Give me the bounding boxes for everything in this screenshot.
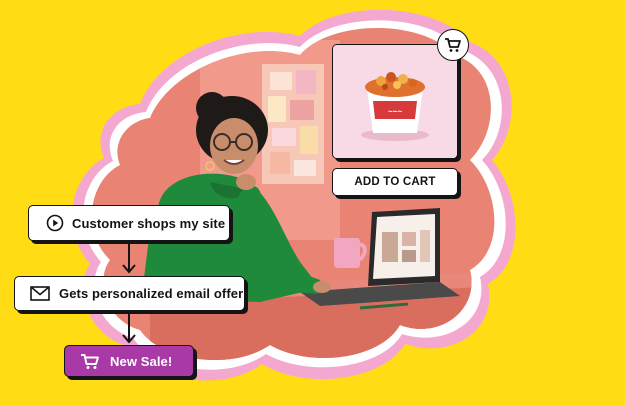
add-to-cart-button[interactable]: ADD TO CART bbox=[332, 168, 458, 196]
envelope-icon bbox=[30, 286, 50, 301]
promo-stage: ~~~ ADD TO CART Customer shops my site G… bbox=[0, 0, 625, 405]
flow-step-customer-shops: Customer shops my site bbox=[28, 205, 230, 241]
add-to-cart-label: ADD TO CART bbox=[354, 176, 436, 188]
snack-cup-photo: ~~~ bbox=[333, 45, 457, 158]
cart-badge[interactable] bbox=[437, 29, 469, 61]
shopping-cart-icon bbox=[80, 353, 100, 370]
shopping-cart-icon bbox=[445, 38, 461, 52]
svg-text:~~~: ~~~ bbox=[388, 107, 402, 116]
play-circle-icon bbox=[46, 214, 64, 232]
arrow-down-icon bbox=[122, 264, 136, 274]
arrow-down-icon bbox=[122, 334, 136, 344]
new-sale-label: New Sale! bbox=[110, 353, 173, 369]
flow-step-email-offer: Gets personalized email offer bbox=[14, 276, 245, 311]
new-sale-button[interactable]: New Sale! bbox=[64, 345, 194, 377]
product-card[interactable]: ~~~ bbox=[332, 44, 458, 159]
flow-step-label: Gets personalized email offer bbox=[59, 286, 244, 301]
flow-step-label: Customer shops my site bbox=[72, 215, 226, 231]
